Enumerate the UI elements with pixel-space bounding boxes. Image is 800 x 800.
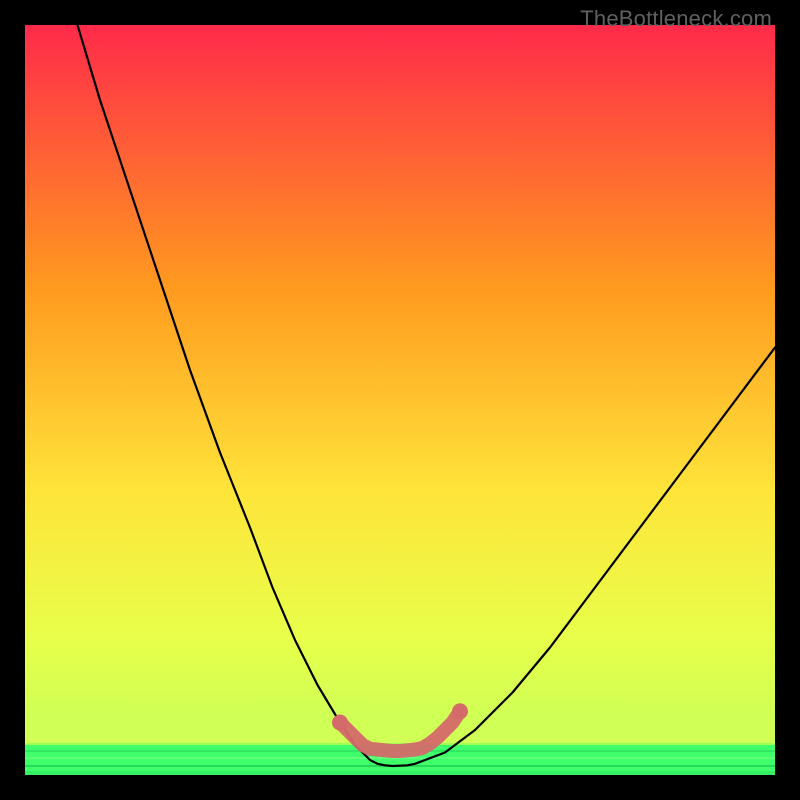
- chart-frame: TheBottleneck.com: [0, 0, 800, 800]
- chart-svg: [25, 25, 775, 775]
- highlight-end-dot: [452, 703, 468, 719]
- watermark-label: TheBottleneck.com: [580, 6, 772, 32]
- gradient-background: [25, 25, 775, 775]
- plot-area: [25, 25, 775, 775]
- highlight-end-dot: [332, 715, 348, 731]
